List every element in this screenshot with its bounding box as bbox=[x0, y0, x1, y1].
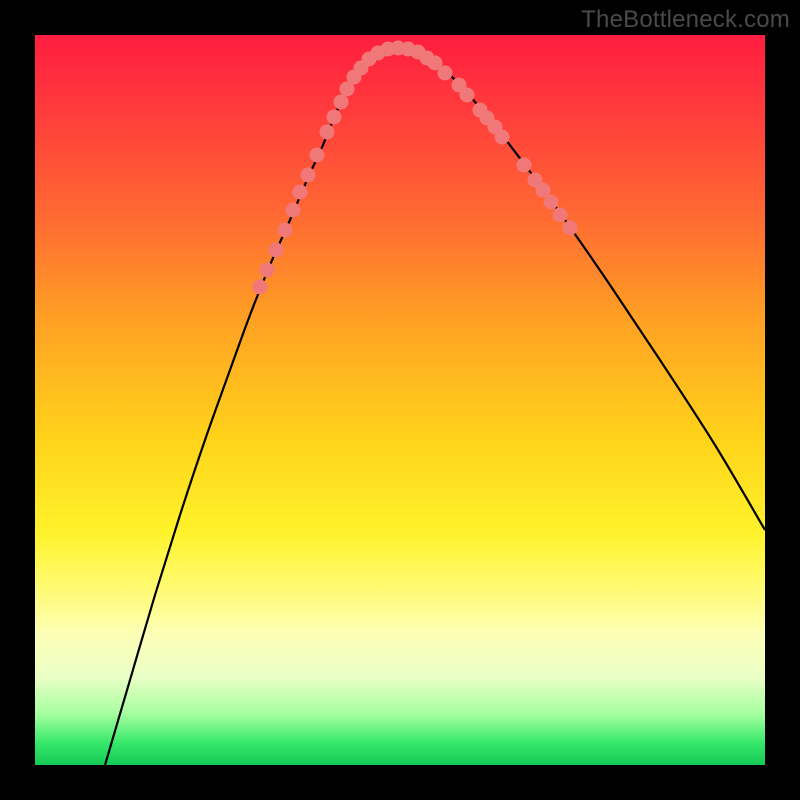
chart-svg bbox=[35, 35, 765, 765]
curve-marker bbox=[517, 158, 532, 173]
curve-marker bbox=[253, 280, 268, 295]
curve-marker bbox=[544, 195, 559, 210]
curve-marker bbox=[327, 110, 342, 125]
curve-marker bbox=[278, 223, 293, 238]
chart-frame: TheBottleneck.com bbox=[0, 0, 800, 800]
curve-marker bbox=[293, 185, 308, 200]
watermark-text: TheBottleneck.com bbox=[581, 6, 790, 34]
curve-marker bbox=[286, 203, 301, 218]
curve-marker bbox=[495, 130, 510, 145]
curve-marker bbox=[260, 263, 275, 278]
curve-marker bbox=[460, 88, 475, 103]
bottleneck-curve bbox=[105, 48, 765, 765]
curve-marker bbox=[310, 148, 325, 163]
curve-marker bbox=[269, 243, 284, 258]
curve-marker bbox=[553, 208, 568, 223]
curve-marker bbox=[334, 95, 349, 110]
curve-marker bbox=[320, 125, 335, 140]
curve-marker bbox=[301, 168, 316, 183]
curve-marker bbox=[438, 66, 453, 81]
curve-markers bbox=[253, 41, 578, 295]
curve-marker bbox=[563, 221, 578, 236]
chart-plot-area bbox=[35, 35, 765, 765]
